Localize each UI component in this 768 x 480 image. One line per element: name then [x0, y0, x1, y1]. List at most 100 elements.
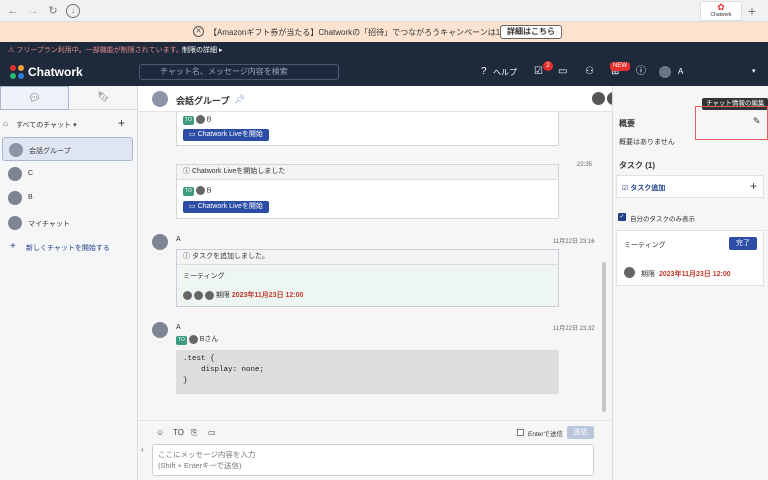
due-label: 期限	[641, 271, 655, 278]
pin-icon[interactable]: 📌︎	[234, 94, 245, 105]
message-composer: ☺ TO ⎘ ▭ Enterで送信 送信 ‹ ここにメッセージ内容を入力 (Sh…	[138, 420, 612, 480]
sidebar-item-label: 会話グループ	[29, 148, 71, 155]
enter-send-checkbox[interactable]	[517, 429, 524, 436]
task-count-badge: 2	[543, 61, 553, 71]
start-live-button[interactable]: ▭ Chatwork Liveを開始	[183, 201, 269, 213]
avatar	[183, 290, 192, 300]
avatar	[204, 290, 214, 300]
sidebar-item-b[interactable]: B	[2, 186, 133, 210]
search-input[interactable]: チャット名、メッセージ内容を検索	[139, 64, 339, 80]
to-chip: TO	[183, 116, 194, 126]
message-head: ⓘ タスクを追加しました。	[177, 250, 558, 265]
overview-empty: 概要はありません	[619, 139, 675, 146]
video-icon[interactable]: ▭	[208, 428, 216, 437]
mention-row: TO B	[183, 115, 211, 126]
new-tab-icon[interactable]: +	[745, 4, 759, 18]
chatwork-tab[interactable]: ✿ Chatwork	[700, 1, 742, 21]
message-time: 22:35	[577, 162, 593, 168]
placeholder-line: ここにメッセージ内容を入力	[158, 450, 256, 459]
placeholder-line: (Shift + Enterキーで送信)	[158, 461, 242, 470]
task-due-row: 期限 2023年11月23日 12:00	[183, 290, 303, 300]
complete-task-button[interactable]: 完了	[729, 237, 757, 250]
download-icon[interactable]: ↓	[66, 4, 80, 18]
sender-name[interactable]: A	[176, 324, 181, 331]
to-button[interactable]: TO	[173, 428, 184, 437]
task-icon[interactable]: ☑	[534, 66, 543, 78]
member-avatar[interactable]	[591, 91, 606, 106]
avatar	[188, 334, 198, 344]
message-input[interactable]: ここにメッセージ内容を入力 (Shift + Enterキーで送信)	[152, 444, 594, 476]
contacts-icon[interactable]: ⚇	[585, 66, 594, 78]
pencil-icon[interactable]: ✎	[753, 116, 761, 127]
chat-header: 会話グループ 📌︎ + 招待	[138, 86, 696, 113]
task-add-text: タスク追加	[630, 185, 666, 192]
sidebar-item-label: C	[28, 170, 34, 177]
promo-details-button[interactable]: 詳細はこちら	[500, 25, 562, 39]
back-icon[interactable]: ←	[6, 4, 20, 18]
chat-title: 会話グループ	[176, 96, 230, 106]
attach-icon[interactable]: ⎘	[191, 428, 197, 438]
avatar	[8, 191, 22, 205]
promo-banner: ✕ 【Amazonギフト券が当たる】Chatworkの「招待」でつながろうキャン…	[0, 22, 768, 42]
avatar	[624, 267, 635, 278]
user-name[interactable]: A	[678, 67, 683, 76]
sidebar: 💬︎ 🔖︎ ⌂ すべてのチャット ▾ + 会話グループ C B マイチャット +…	[0, 86, 138, 480]
tab-bookmarks[interactable]: 🔖︎	[69, 86, 138, 110]
system-message: TO B ▭ Chatwork Liveを開始	[176, 112, 559, 146]
task-message: ⓘ タスクを追加しました。 ミーティング 期限 2023年11月23日 12:0…	[176, 249, 559, 307]
avatar	[195, 115, 205, 124]
chevron-down-icon[interactable]: ▾	[752, 67, 756, 75]
promo-text: 【Amazonギフト券が当たる】Chatworkの「招待」でつながろうキャンペー…	[209, 28, 540, 37]
mention-name: B	[206, 187, 212, 195]
info-icon[interactable]: ⓘ	[636, 66, 646, 78]
send-button[interactable]: 送信	[567, 426, 594, 439]
tab-label: Chatwork	[710, 12, 732, 18]
collapse-icon[interactable]: ‹	[141, 445, 144, 454]
scrollbar[interactable]	[602, 262, 606, 412]
file-icon[interactable]: ▭	[558, 66, 567, 78]
due-date: 2023年11月23日 12:00	[659, 271, 731, 278]
message-time: 11月22日 23:32	[553, 326, 595, 332]
sidebar-item-group-chat[interactable]: 会話グループ	[2, 137, 133, 161]
forward-icon[interactable]: →	[26, 4, 40, 18]
live-label: Chatwork Liveを開始	[197, 203, 263, 210]
task-title: ミーティング	[624, 242, 666, 249]
avatar[interactable]	[152, 322, 168, 338]
new-chat-link[interactable]: 新しくチャットを開始する	[26, 243, 110, 253]
overview-title: 概要	[619, 119, 635, 128]
task-add-label: ☑ タスク追加	[622, 185, 666, 192]
my-tasks-checkbox[interactable]: ✓	[618, 213, 626, 221]
add-chat-button[interactable]: +	[118, 116, 125, 130]
avatar	[8, 167, 22, 181]
avatar[interactable]	[659, 66, 671, 78]
sidebar-item-label: B	[28, 194, 33, 201]
plan-notice-bar: ⚠ フリープラン利用中。一部機能が制限されています。 制限の詳細 ▸	[0, 42, 768, 58]
chat-filter-dropdown[interactable]: すべてのチャット ▾	[16, 120, 77, 130]
plan-detail-link[interactable]: 制限の詳細 ▸	[182, 45, 222, 55]
emoji-icon[interactable]: ☺	[156, 428, 164, 437]
sidebar-item-c[interactable]: C	[2, 162, 133, 186]
help-label[interactable]: ヘルプ	[493, 67, 517, 78]
mention-row: TO Bさん	[176, 334, 218, 345]
plus-icon: +	[10, 241, 16, 252]
task-title: ミーティング	[183, 273, 225, 280]
sender-name[interactable]: A	[176, 236, 181, 243]
due-label: 期限	[215, 292, 230, 299]
add-task-button[interactable]: +	[750, 179, 757, 193]
chat-info-panel: チャット情報の編集 ✎ 概要 概要はありません タスク (1) ☑ タスク追加 …	[612, 86, 768, 480]
to-chip: TO	[176, 336, 187, 345]
chatwork-logo-icon: ✿	[717, 2, 725, 12]
app-header: Chatwork ⌕ チャット名、メッセージ内容を検索 ? ヘルプ ☑ 2 ▭ …	[0, 58, 768, 86]
help-icon[interactable]: ?	[481, 66, 487, 78]
start-live-button[interactable]: ▭ Chatwork Liveを開始	[183, 129, 269, 141]
due-date: 2023年11月23日 12:00	[231, 292, 304, 299]
logo-text[interactable]: Chatwork	[28, 65, 83, 79]
reload-icon[interactable]: ↻	[46, 4, 60, 18]
message-timeline: TO B ▭ Chatwork Liveを開始 22:35 ⓘ Chatwork…	[138, 112, 612, 420]
task-add-row[interactable]: ☑ タスク追加 +	[616, 175, 764, 198]
close-icon[interactable]: ✕	[193, 26, 204, 37]
sidebar-item-my-chat[interactable]: マイチャット	[2, 211, 133, 235]
tab-chats[interactable]: 💬︎	[0, 86, 69, 110]
chatwork-logo-icon	[10, 65, 24, 79]
avatar[interactable]	[152, 234, 168, 250]
